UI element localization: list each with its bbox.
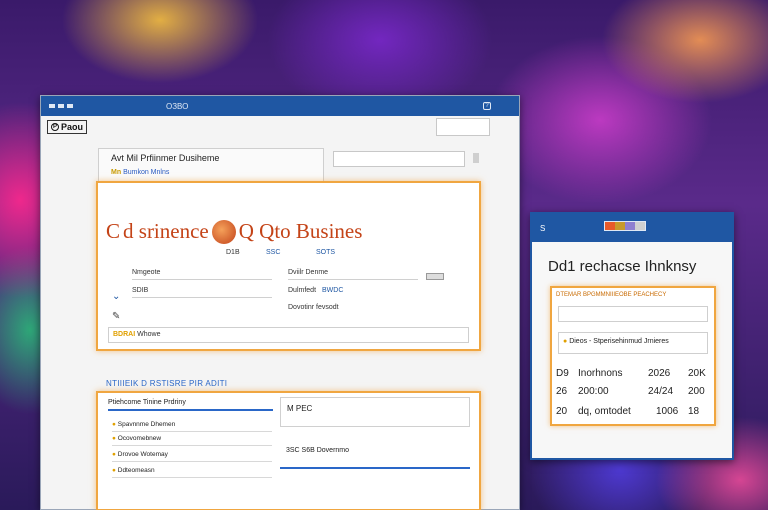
panel-title: Dd1 rechacse Ihnknsy — [548, 258, 697, 275]
field-label: SDIB — [132, 287, 149, 294]
app-button[interactable]: P Paou — [47, 120, 88, 134]
swatch[interactable] — [615, 222, 625, 230]
list-item[interactable]: ● Ddteomeasn — [112, 467, 155, 474]
ball-icon — [211, 219, 236, 244]
field-label: Nmgeote — [132, 269, 161, 276]
chevron-down-icon[interactable]: ⌄ — [112, 291, 120, 302]
field-label: Dovotinr fevsodt — [288, 304, 339, 311]
footer-highlight: BDRAI — [113, 331, 136, 338]
app-label: Paou — [61, 122, 84, 132]
pen-icon[interactable]: ✎ — [112, 311, 120, 322]
panel-input[interactable] — [558, 306, 708, 322]
main-card: C d srinence Q Qto Busines Nmgeote SSC S… — [96, 181, 481, 351]
panel-caret: S — [540, 223, 546, 233]
page-heading: Avt Mil Prfiinmer Dusiheme — [111, 153, 220, 163]
help-icon[interactable]: ? — [483, 102, 491, 110]
field-label: Dviilr Denme — [288, 269, 329, 276]
bottom-card-heading: Ptiehcome Tinine Prdriny — [108, 399, 186, 406]
window-titlebar: ОЗВО ? — [41, 96, 519, 116]
toolbar: P Paou — [41, 116, 519, 138]
hero-title: C d srinence Q Qto Busines — [106, 219, 362, 244]
bottom-input-2[interactable]: 3SC S6B Dovernmo — [280, 439, 470, 469]
divider — [112, 477, 272, 478]
field-label: Dulmfedt — [288, 287, 317, 294]
divider — [132, 297, 272, 298]
field-value: BWDC — [322, 287, 344, 294]
main-window: ОЗВО ? P Paou Avt Mil Prfiinmer Dusiheme… — [40, 95, 520, 510]
hero-title-text: d srinence — [123, 219, 209, 243]
header-input[interactable] — [333, 151, 465, 167]
panel-table: DTEMAR BPGMMNIIIEOBE PEACHECY ● Dieos - … — [550, 286, 716, 426]
swatch[interactable] — [635, 222, 645, 230]
field-value: SSC — [266, 249, 281, 256]
panel-field[interactable]: ● Dieos - Stperisehinmud Jrnieres — [558, 332, 708, 354]
subheading-prefix: Mn — [111, 169, 122, 176]
divider — [288, 279, 418, 280]
swatch[interactable] — [625, 222, 635, 230]
heading-underline — [108, 409, 273, 411]
section-label: NTIIIEIK D RSTISRE PIR ADITI — [106, 379, 228, 388]
mini-toggle[interactable] — [426, 273, 444, 280]
divider — [132, 279, 272, 280]
bottom-card: Ptiehcome Tinine Prdriny ● Spavnnme Dhem… — [96, 391, 481, 510]
window-control-icon[interactable] — [58, 104, 64, 108]
app-logo-icon: P — [51, 123, 59, 131]
divider — [112, 431, 272, 432]
field-value: SOTS — [316, 249, 336, 256]
window-control-icon[interactable] — [49, 104, 55, 108]
color-swatches — [604, 221, 646, 231]
field-label: D1B — [226, 249, 240, 256]
window-control-icon[interactable] — [67, 104, 73, 108]
list-item[interactable]: ● Ocovomebnew — [112, 435, 161, 442]
divider — [112, 445, 272, 446]
toolbar-search-input[interactable] — [436, 118, 490, 136]
header-panel: Avt Mil Prfiinmer Dusiheme Mn Bumkon Mnl… — [98, 148, 324, 182]
table-heading: DTEMAR BPGMMNIIIEOBE PEACHECY — [556, 292, 667, 298]
list-item[interactable]: ● Drovoe Wotemay — [112, 451, 168, 458]
footer-field[interactable]: BDRAI Whowe — [108, 327, 469, 343]
subheading-text: Bumkon Mnlns — [123, 169, 170, 176]
bottom-input-1[interactable]: M PEC — [280, 397, 470, 427]
page-subheading: Mn Bumkon Mnlns — [111, 169, 169, 176]
footer-text: Whowe — [137, 331, 161, 338]
hero-prefix: C — [106, 219, 121, 243]
hero-title-text-2: Q Qto Busines — [238, 219, 363, 243]
swatch[interactable] — [605, 222, 615, 230]
right-panel: S Dd1 rechacse Ihnknsy DTEMAR BPGMMNIIIE… — [530, 212, 734, 460]
scrollbar[interactable] — [473, 153, 479, 163]
panel-titlebar: S — [532, 214, 732, 242]
window-controls: ОЗВО — [49, 102, 188, 111]
list-item[interactable]: ● Spavnnme Dhemen — [112, 421, 175, 428]
divider — [112, 461, 272, 462]
window-title: ОЗВО — [166, 101, 189, 111]
